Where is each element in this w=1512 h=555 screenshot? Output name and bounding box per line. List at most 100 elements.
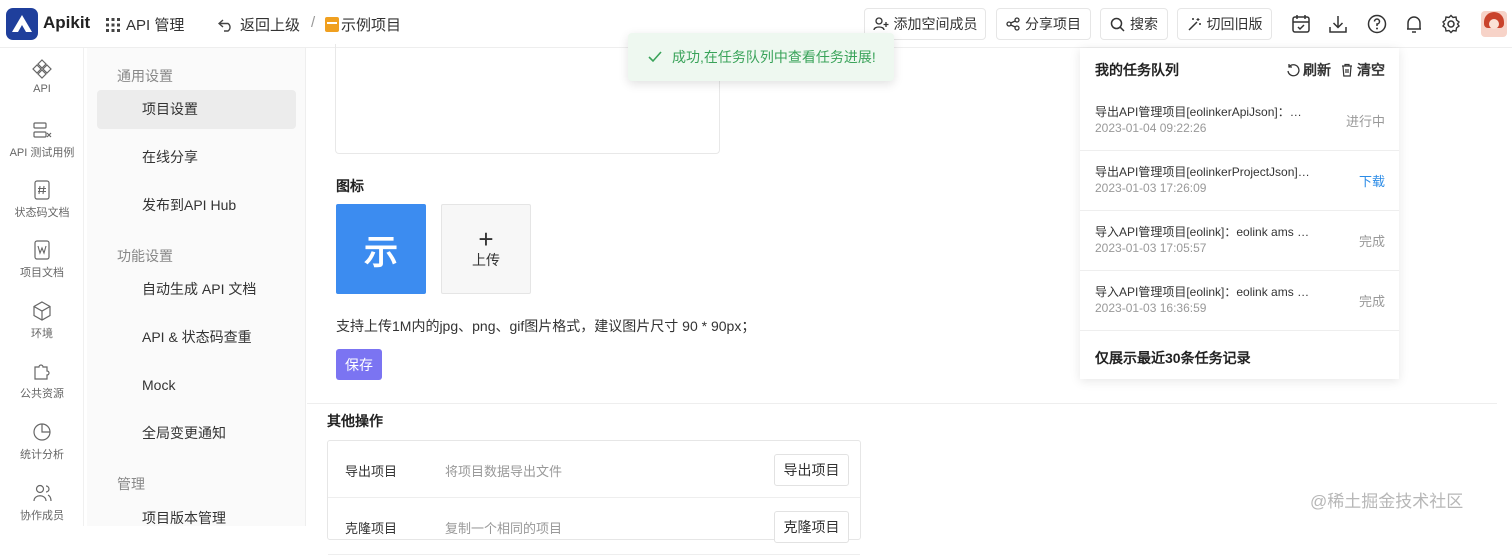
task-row: 导出API管理项目[eolinkerApiJson]：示例项目 2023-01-… bbox=[1080, 91, 1399, 151]
undo-icon bbox=[218, 18, 231, 32]
task-time: 2023-01-03 16:36:59 bbox=[1095, 301, 1207, 315]
nav-label-status-codes: 状态码文档 bbox=[14, 207, 70, 219]
switch-old-version-label: 切回旧版 bbox=[1206, 16, 1263, 32]
menu-item-mock[interactable]: Mock bbox=[97, 366, 296, 405]
search-label: 搜索 bbox=[1130, 16, 1158, 32]
success-toast: 成功,在任务队列中查看任务进展! bbox=[628, 33, 894, 81]
api-management-menu[interactable]: API 管理 bbox=[106, 14, 184, 35]
upload-icon-button[interactable]: + 上传 bbox=[441, 204, 531, 294]
nav-label-environment: 环境 bbox=[31, 328, 53, 340]
nav-label-statistics: 统计分析 bbox=[20, 449, 64, 461]
puzzle-icon bbox=[34, 364, 50, 380]
clear-label: 清空 bbox=[1357, 62, 1385, 78]
menu-item-version-management[interactable]: 项目版本管理 bbox=[97, 499, 296, 538]
task-name: 导入API管理项目[eolink]：eolink ams 示例项目 bbox=[1095, 225, 1310, 239]
switch-old-version-button[interactable]: 切回旧版 bbox=[1177, 8, 1272, 40]
nav-item-environment[interactable]: 环境 bbox=[0, 300, 84, 341]
watermark: @稀土掘金技术社区 bbox=[1310, 492, 1464, 511]
brand-name: Apikit bbox=[43, 13, 91, 32]
bell-icon[interactable] bbox=[1403, 13, 1425, 35]
operation-row-clone: 克隆项目 复制一个相同的项目 克隆项目 bbox=[328, 498, 860, 555]
document-icon bbox=[34, 240, 50, 260]
task-status: 完成 bbox=[1358, 234, 1385, 249]
upload-hint: 支持上传1M内的jpg、png、gif图片格式，建议图片尺寸 90 * 90px… bbox=[336, 318, 756, 334]
gear-icon[interactable] bbox=[1440, 13, 1462, 35]
group-management: 管理 bbox=[117, 476, 145, 492]
operation-name: 导出项目 bbox=[345, 464, 398, 479]
breadcrumb-separator: / bbox=[311, 14, 316, 31]
menu-item-project-settings[interactable]: 项目设置 bbox=[97, 90, 296, 129]
save-button[interactable]: 保存 bbox=[336, 349, 382, 380]
task-status: 完成 bbox=[1358, 294, 1385, 309]
task-name: 导出API管理项目[eolinkerApiJson]：示例项目 bbox=[1095, 105, 1310, 119]
user-avatar[interactable] bbox=[1481, 11, 1507, 37]
task-queue-title: 我的任务队列 bbox=[1095, 62, 1179, 78]
task-queue-panel: 我的任务队列 刷新 清空 导出API管理项目[eolinkerApiJson]：… bbox=[1080, 48, 1399, 379]
status-code-icon bbox=[34, 180, 50, 200]
add-user-icon bbox=[872, 17, 888, 31]
breadcrumb-project[interactable]: 示例项目 bbox=[325, 14, 401, 35]
nav-label-members: 协作成员 bbox=[20, 510, 64, 522]
nav-item-status-codes[interactable]: 状态码文档 bbox=[0, 179, 84, 220]
export-project-button[interactable]: 导出项目 bbox=[774, 454, 849, 486]
search-button[interactable]: 搜索 bbox=[1100, 8, 1168, 40]
nav-item-statistics[interactable]: 统计分析 bbox=[0, 421, 84, 462]
refresh-button[interactable]: 刷新 bbox=[1286, 60, 1331, 80]
back-label: 返回上级 bbox=[240, 17, 301, 34]
menu-item-online-share[interactable]: 在线分享 bbox=[97, 138, 296, 177]
back-button[interactable]: 返回上级 bbox=[218, 14, 300, 35]
menu-item-auto-doc[interactable]: 自动生成 API 文档 bbox=[97, 270, 296, 309]
left-icon-nav: API API 测试用例 状态码文档 项目文档 环境 公共资源 统计分析 协作成… bbox=[0, 48, 84, 526]
grid-icon bbox=[106, 17, 120, 32]
icon-preview-char: 示 bbox=[364, 233, 398, 272]
nav-item-public-resources[interactable]: 公共资源 bbox=[0, 360, 84, 401]
task-name: 导出API管理项目[eolinkerProjectJson]：示例项目 bbox=[1095, 165, 1310, 179]
task-status: 进行中 bbox=[1345, 114, 1385, 129]
pie-chart-icon bbox=[33, 423, 51, 441]
menu-item-publish-api-hub[interactable]: 发布到API Hub bbox=[97, 186, 296, 225]
share-project-button[interactable]: 分享项目 bbox=[996, 8, 1091, 40]
nav-label-project-docs: 项目文档 bbox=[20, 267, 64, 279]
refresh-icon bbox=[1287, 64, 1300, 77]
search-icon bbox=[1110, 17, 1125, 32]
task-row: 导入API管理项目[eolink]：eolink ams 示例项目 2023-0… bbox=[1080, 271, 1399, 331]
clear-button[interactable]: 清空 bbox=[1340, 60, 1385, 80]
project-icon-preview: 示 bbox=[336, 204, 426, 294]
project-name: 示例项目 bbox=[341, 17, 402, 34]
toast-message: 成功,在任务队列中查看任务进展! bbox=[672, 49, 876, 65]
task-time: 2023-01-04 09:22:26 bbox=[1095, 121, 1207, 135]
task-queue-footer: 仅展示最近30条任务记录 bbox=[1095, 350, 1251, 366]
help-icon[interactable] bbox=[1366, 13, 1388, 35]
operation-description: 将项目数据导出文件 bbox=[445, 464, 563, 479]
nav-label-public-resources: 公共资源 bbox=[20, 388, 64, 400]
check-icon bbox=[648, 51, 662, 63]
task-time: 2023-01-03 17:26:09 bbox=[1095, 181, 1207, 195]
clone-project-button[interactable]: 克隆项目 bbox=[774, 511, 849, 543]
download-icon[interactable] bbox=[1327, 13, 1349, 35]
task-name: 导入API管理项目[eolink]：eolink ams 示例项目 bbox=[1095, 285, 1310, 299]
task-download-link[interactable]: 下载 bbox=[1359, 171, 1385, 190]
section-divider bbox=[307, 403, 1497, 404]
nav-item-members[interactable]: 协作成员 bbox=[0, 482, 84, 523]
add-member-label: 添加空间成员 bbox=[893, 16, 978, 32]
menu-item-change-notice[interactable]: 全局变更通知 bbox=[97, 414, 296, 453]
icon-section-title: 图标 bbox=[336, 178, 364, 194]
menu-item-dedupe-check[interactable]: API & 状态码查重 bbox=[97, 318, 296, 357]
task-row: 导出API管理项目[eolinkerProjectJson]：示例项目 2023… bbox=[1080, 151, 1399, 211]
nav-item-test-cases[interactable]: API 测试用例 bbox=[0, 119, 84, 160]
operations-table: 导出项目 将项目数据导出文件 导出项目 克隆项目 复制一个相同的项目 克隆项目 bbox=[327, 440, 861, 555]
nav-item-project-docs[interactable]: 项目文档 bbox=[0, 239, 84, 280]
apikit-logo[interactable] bbox=[6, 8, 38, 40]
group-general-settings: 通用设置 bbox=[117, 68, 173, 84]
share-project-label: 分享项目 bbox=[1025, 16, 1081, 32]
project-icon bbox=[325, 17, 339, 32]
nav-item-api[interactable]: API bbox=[0, 58, 84, 95]
logo-mark-icon bbox=[12, 15, 32, 32]
operation-description: 复制一个相同的项目 bbox=[445, 521, 563, 536]
plus-icon: + bbox=[478, 224, 494, 254]
other-operations-title: 其他操作 bbox=[327, 413, 383, 429]
task-row: 导入API管理项目[eolink]：eolink ams 示例项目 2023-0… bbox=[1080, 211, 1399, 271]
test-case-icon bbox=[33, 122, 52, 138]
task-time: 2023-01-03 17:05:57 bbox=[1095, 241, 1207, 255]
calendar-check-icon[interactable] bbox=[1290, 13, 1312, 35]
